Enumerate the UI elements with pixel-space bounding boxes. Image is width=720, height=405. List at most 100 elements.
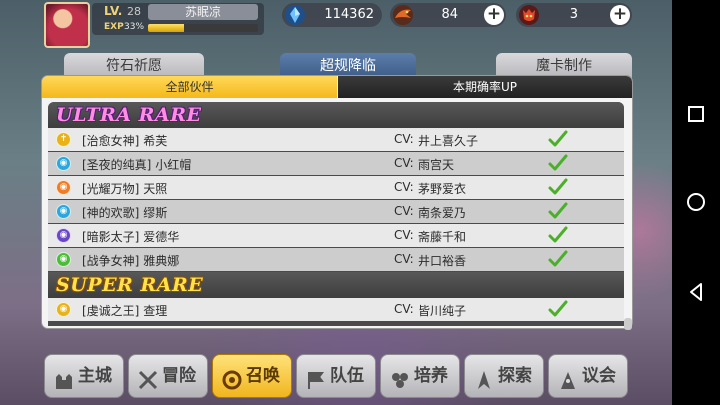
crystal-count: 114362 bbox=[324, 7, 374, 22]
dragon-count: 84 bbox=[441, 7, 458, 22]
voice-actor-name: 雨宫天 bbox=[418, 158, 455, 172]
cv-label: CV: bbox=[394, 252, 414, 266]
list-item[interactable]: ◉ [暗影太子] 爱德华 CV: 斋藤千和 bbox=[48, 224, 624, 247]
check-icon bbox=[548, 129, 568, 149]
menu-button-5[interactable]: 探索 bbox=[464, 354, 544, 398]
add-dragon-button[interactable]: + bbox=[484, 5, 504, 25]
menu-button-2[interactable]: 召唤 bbox=[212, 354, 292, 398]
partner-list[interactable]: ULTRA RARE ✝ [治愈女神] 希芙 CV: 井上喜久子 ◉ [圣夜的纯真] 小红帽… bbox=[48, 102, 624, 326]
exp-percent: 33% bbox=[124, 22, 145, 32]
check-icon bbox=[548, 201, 568, 221]
add-mask-button[interactable]: + bbox=[610, 5, 630, 25]
cv-label: CV: bbox=[394, 180, 414, 194]
partner-title: [光耀万物] 天照 bbox=[82, 180, 167, 197]
nurture-icon bbox=[389, 365, 411, 388]
exp-bar bbox=[148, 24, 258, 32]
exp-label: EXP bbox=[104, 22, 124, 32]
element-icon: ◉ bbox=[56, 228, 71, 243]
cv-label: CV: bbox=[394, 228, 414, 242]
menu-label: 主城 bbox=[78, 366, 112, 386]
list-item[interactable]: ✝ [治愈女神] 希芙 CV: 井上喜久子 bbox=[48, 128, 624, 151]
tab-rate-up[interactable]: 本期确率UP bbox=[338, 76, 632, 98]
check-icon bbox=[548, 225, 568, 245]
menu-label: 议会 bbox=[582, 366, 616, 386]
mask-count: 3 bbox=[569, 7, 578, 22]
element-icon: ◉ bbox=[56, 204, 71, 219]
list-item[interactable]: ◉ [圣夜的纯真] 小红帽 CV: 雨宫天 bbox=[48, 152, 624, 175]
cv-label: CV: bbox=[394, 204, 414, 218]
partner-name: 天照 bbox=[143, 182, 168, 196]
list-scrollbar[interactable] bbox=[624, 318, 632, 330]
menu-label: 队伍 bbox=[330, 366, 364, 386]
menu-button-1[interactable]: 冒险 bbox=[128, 354, 208, 398]
menu-button-0[interactable]: 主城 bbox=[44, 354, 124, 398]
list-item[interactable]: ◉ [虔诚之王] 查理 CV: 皆川纯子 bbox=[48, 298, 624, 321]
back-icon[interactable] bbox=[684, 280, 708, 304]
list-item[interactable]: ◉ [神的欢歌] 缪斯 CV: 南条爱乃 bbox=[48, 200, 624, 223]
voice-actor-name: 南条爱乃 bbox=[418, 206, 467, 220]
level-label: LV. bbox=[104, 4, 123, 18]
voice-actor-name: 茅野爱衣 bbox=[418, 182, 467, 196]
partner-name: 爱德华 bbox=[143, 230, 180, 244]
menu-button-4[interactable]: 培养 bbox=[380, 354, 460, 398]
partner-name: 雅典娜 bbox=[143, 254, 180, 268]
partner-epithet: [战争女神] bbox=[82, 254, 140, 268]
voice-actor-name: 皆川纯子 bbox=[418, 304, 467, 318]
council-icon bbox=[557, 365, 579, 389]
partner-epithet: [暗影太子] bbox=[82, 230, 140, 244]
partner-name: 缪斯 bbox=[143, 206, 168, 220]
element-icon: ◉ bbox=[56, 302, 71, 317]
resource-mask[interactable]: 3 + bbox=[516, 3, 632, 27]
voice-actor-name: 井上喜久子 bbox=[418, 134, 479, 148]
rarity-title: ULTRA RARE bbox=[56, 104, 202, 126]
cv-label: CV: bbox=[394, 302, 414, 316]
cv-label: CV: bbox=[394, 132, 414, 146]
partner-title: [治愈女神] 希芙 bbox=[82, 132, 167, 149]
partner-epithet: [虔诚之王] bbox=[82, 304, 140, 318]
resource-dragon[interactable]: 84 + bbox=[390, 3, 506, 27]
check-icon bbox=[548, 249, 568, 269]
home-icon[interactable] bbox=[684, 190, 708, 214]
summon-circle-icon bbox=[221, 365, 243, 390]
partner-name: 查理 bbox=[143, 304, 168, 318]
partner-title: [圣夜的纯真] 小红帽 bbox=[82, 156, 191, 173]
partner-epithet: [光耀万物] bbox=[82, 182, 140, 196]
android-nav-bar bbox=[672, 0, 720, 405]
partner-epithet: [治愈女神] bbox=[82, 134, 140, 148]
explore-icon bbox=[473, 365, 495, 389]
team-flag-icon bbox=[305, 365, 327, 389]
element-icon: ◉ bbox=[56, 180, 71, 195]
summon-pool-panel: 全部伙伴 本期确率UP ULTRA RARE ✝ [治愈女神] 希芙 CV: 井上喜久子… bbox=[42, 76, 632, 328]
check-icon bbox=[548, 153, 568, 173]
element-icon: ◉ bbox=[56, 252, 71, 267]
element-icon: ✝ bbox=[56, 132, 71, 147]
menu-button-6[interactable]: 议会 bbox=[548, 354, 628, 398]
list-item[interactable]: ◉ [战争女神] 雅典娜 CV: 井口裕香 bbox=[48, 248, 624, 271]
partner-title: [暗影太子] 爱德华 bbox=[82, 228, 179, 245]
element-icon: ◉ bbox=[56, 156, 71, 171]
crossed-swords-icon bbox=[137, 365, 159, 390]
player-name: 苏眠凉 bbox=[148, 4, 258, 20]
rarity-header-sr: SUPER RARE bbox=[48, 272, 624, 298]
partner-epithet: [神的欢歌] bbox=[82, 206, 140, 220]
resource-crystal[interactable]: 114362 bbox=[282, 3, 382, 27]
partner-name: 小红帽 bbox=[155, 158, 192, 172]
exp-bar-fill bbox=[148, 24, 185, 32]
check-icon bbox=[548, 299, 568, 319]
demon-mask-icon bbox=[518, 4, 540, 26]
blue-crystal-icon bbox=[284, 4, 306, 26]
recent-apps-icon[interactable] bbox=[684, 102, 708, 126]
tab-all-partners[interactable]: 全部伙伴 bbox=[42, 76, 337, 98]
check-icon bbox=[548, 177, 568, 197]
castle-icon bbox=[53, 365, 75, 389]
list-item[interactable]: ◉ [光耀万物] 天照 CV: 茅野爱衣 bbox=[48, 176, 624, 199]
partner-title: [神的欢歌] 缪斯 bbox=[82, 204, 167, 221]
menu-button-3[interactable]: 队伍 bbox=[296, 354, 376, 398]
player-avatar[interactable] bbox=[44, 2, 90, 48]
voice-actor-name: 井口裕香 bbox=[418, 254, 467, 268]
level-value: 28 bbox=[127, 5, 141, 18]
partner-epithet: [圣夜的纯真] bbox=[82, 158, 152, 172]
cv-label: CV: bbox=[394, 156, 414, 170]
game-screen: LV. 28 苏眠凉 EXP 33% 114362 84 + 3 + 符石祈愿 … bbox=[0, 0, 720, 405]
rarity-header-ur: ULTRA RARE bbox=[48, 102, 624, 128]
